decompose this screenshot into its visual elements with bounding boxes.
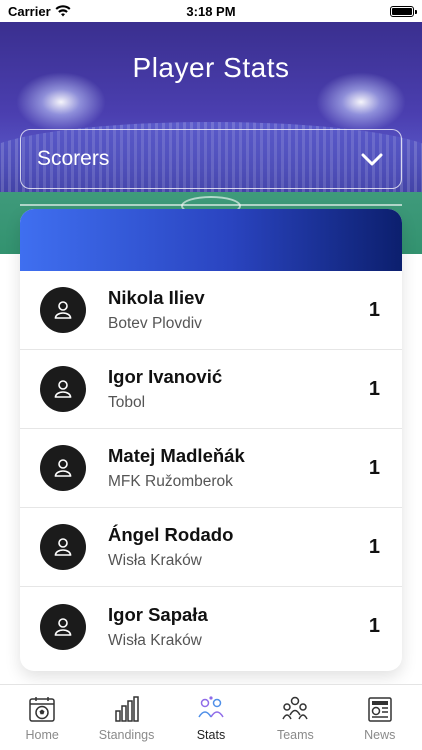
player-team: Wisła Kraków (108, 552, 202, 569)
player-row[interactable]: Igor Sapała Wisła Kraków 1 (20, 587, 402, 666)
tab-standings-label: Standings (98, 728, 155, 742)
player-team: MFK Ružomberok (108, 473, 233, 490)
status-bar: Carrier 3:18 PM (0, 0, 422, 22)
page-title: Player Stats (132, 52, 290, 83)
soccer-ball-calendar-icon (29, 697, 55, 722)
avatar (40, 366, 86, 412)
scorers-card: Nikola Iliev Botev Plovdiv 1 Igor Ivanov… (20, 209, 402, 671)
carrier-signal: Carrier (8, 4, 71, 19)
tab-stats-label: Stats (196, 728, 226, 742)
stat-type-dropdown[interactable]: Scorers (20, 129, 402, 189)
bottom-tab-bar: Home Standings Stats Teams News (0, 684, 422, 750)
avatar (40, 287, 86, 333)
tab-standings[interactable]: Standings (87, 695, 167, 742)
goals-count: 1 (368, 377, 380, 400)
avatar (40, 603, 86, 650)
dropdown-selected-value: Scorers (37, 147, 110, 170)
tab-stats[interactable]: Stats (171, 695, 251, 742)
goals-count: 1 (368, 456, 380, 479)
newspaper-icon (368, 697, 392, 722)
player-row[interactable]: Igor Ivanović Tobol 1 (20, 350, 402, 429)
wifi-icon (55, 5, 71, 17)
tab-news-label: News (364, 728, 396, 742)
team-group-icon (282, 696, 309, 720)
person-icon (54, 617, 72, 636)
goals-count: 1 (368, 298, 380, 321)
person-icon (54, 380, 72, 398)
person-icon (54, 301, 72, 319)
bar-chart-icon (114, 696, 139, 722)
status-time: 3:18 PM (186, 3, 236, 19)
player-team: Botev Plovdiv (108, 315, 202, 332)
tab-news[interactable]: News (340, 695, 420, 742)
avatar (40, 524, 86, 570)
tab-home[interactable]: Home (2, 695, 82, 742)
carrier-label: Carrier (8, 3, 51, 19)
avatar (40, 445, 86, 491)
tab-teams-label: Teams (276, 728, 314, 742)
chevron-down-icon (361, 153, 383, 166)
player-name: Ángel Rodado (108, 524, 234, 545)
player-row[interactable]: Matej Madleňák MFK Ružomberok 1 (20, 429, 402, 508)
player-row[interactable]: Nikola Iliev Botev Plovdiv 1 (20, 271, 402, 350)
player-name: Igor Sapała (108, 603, 208, 625)
goals-count: 1 (368, 615, 380, 637)
player-row[interactable]: Ángel Rodado Wisła Kraków 1 (20, 508, 402, 587)
tab-home-label: Home (25, 728, 59, 742)
player-team: Tobol (108, 394, 146, 411)
tab-teams[interactable]: Teams (255, 695, 335, 742)
player-name: Nikola Iliev (108, 287, 205, 308)
player-name: Matej Madleňák (108, 445, 245, 466)
card-header (20, 209, 402, 271)
player-team: Wisła Kraków (108, 631, 202, 649)
battery-icon (390, 5, 417, 17)
goals-count: 1 (368, 535, 380, 558)
players-stats-icon (198, 696, 224, 718)
person-icon (54, 459, 72, 477)
person-icon (54, 538, 72, 556)
player-name: Igor Ivanović (108, 366, 223, 387)
